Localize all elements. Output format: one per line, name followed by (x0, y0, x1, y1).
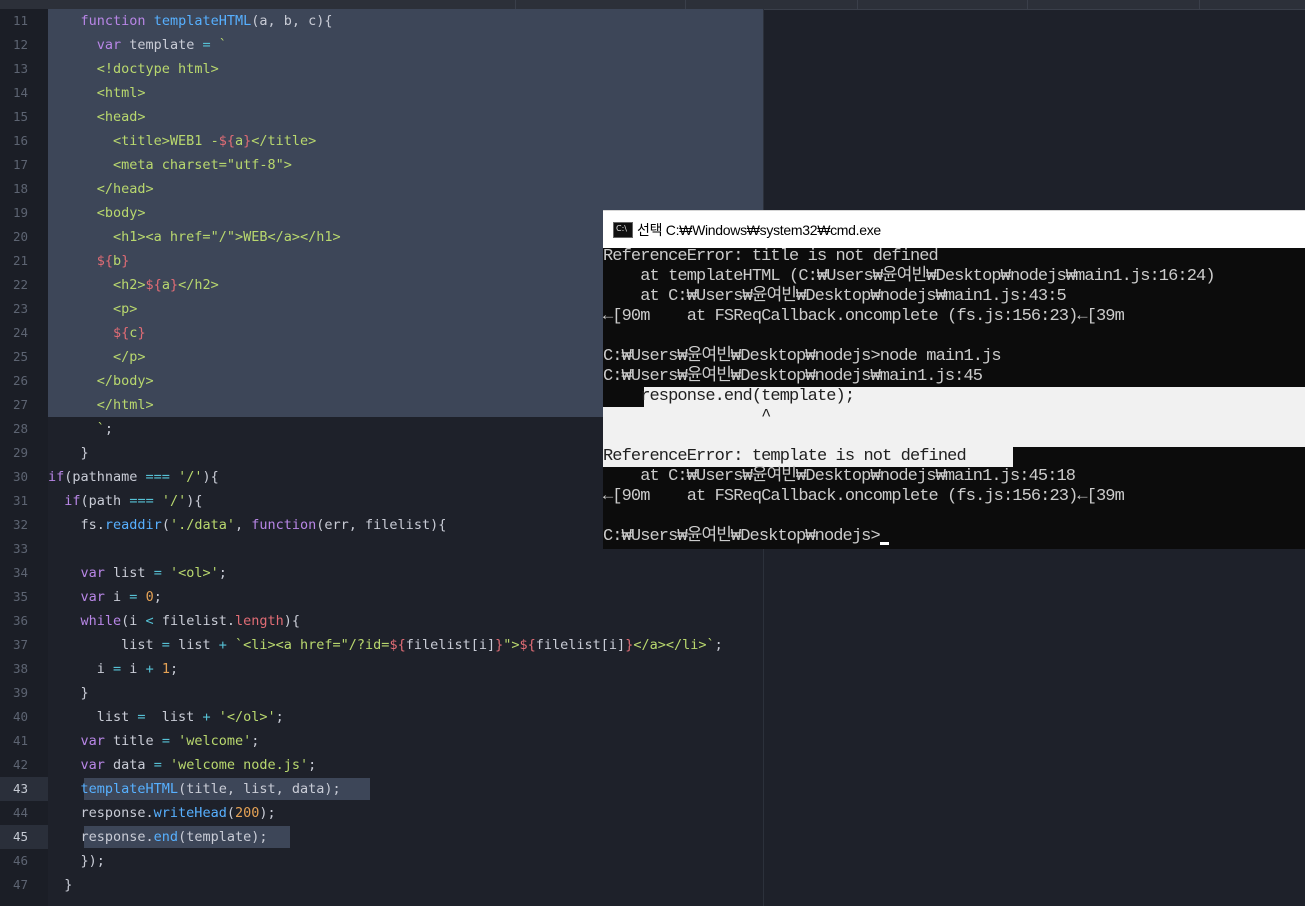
cmd-title-bar[interactable]: C:\ 선택 C:₩Windows₩system32₩cmd.exe (603, 210, 1305, 248)
console-line: at C:₩Users₩윤여빈₩Desktop₩nodejs₩main1.js:… (603, 287, 1066, 306)
cmd-title-path: C:₩Windows₩system32₩cmd.exe (665, 222, 881, 238)
line-number: 14 (12, 85, 28, 100)
code-text: <!doctype html> (96, 61, 219, 77)
line-number: 20 (12, 229, 28, 244)
line-number: 16 (12, 133, 28, 148)
tab-divider (857, 0, 858, 9)
line-number: 33 (12, 541, 28, 556)
code-text: </p> (113, 349, 146, 365)
tab-divider (1199, 0, 1200, 9)
line-number: 31 (12, 493, 28, 508)
line-number: 24 (12, 325, 28, 340)
code-text: <p> (113, 301, 138, 317)
line-number: 35 (12, 589, 28, 604)
tab-divider (685, 0, 686, 9)
line-number: 37 (12, 637, 28, 652)
line-number: 27 (12, 397, 28, 412)
console-line: ReferenceError: title is not defined (603, 247, 939, 266)
line-number: 39 (12, 685, 28, 700)
code-text: <meta charset="utf-8"> (113, 157, 292, 173)
line-number: 28 (12, 421, 28, 436)
line-number: 22 (12, 277, 28, 292)
code-text: } (48, 877, 73, 893)
line-number: 36 (12, 613, 28, 628)
line-number: 26 (12, 373, 28, 388)
line-number: 40 (12, 709, 28, 724)
line-number: 43 (12, 781, 28, 796)
code-text: list = list + '</ol>'; (48, 709, 284, 725)
code-text: <html> (96, 85, 146, 101)
code-text: ${b} (96, 253, 130, 269)
code-text: } (48, 445, 89, 461)
line-number: 47 (12, 877, 28, 892)
line-number: 38 (12, 661, 28, 676)
code-text: var template = ` (96, 37, 227, 53)
code-text: if(path === '/'){ (64, 493, 203, 509)
line-number: 25 (12, 349, 28, 364)
line-number: 11 (12, 13, 28, 28)
line-number: 45 (12, 829, 28, 844)
code-text: <body> (96, 205, 146, 221)
cmd-title: 선택 C:₩Windows₩system32₩cmd.exe (637, 220, 881, 240)
code-text: <h1><a href="/">WEB</a></h1> (113, 229, 341, 245)
code-text: </html> (96, 397, 154, 413)
line-number: 42 (12, 757, 28, 772)
console-line: ←[90m at FSReqCallback.oncomplete (fs.js… (603, 487, 1125, 506)
code-text: function templateHTML(a, b, c){ (80, 13, 333, 29)
code-text: <h2>${a}</h2> (113, 277, 219, 293)
code-text: fs.readdir('./data', function(err, filel… (48, 517, 447, 533)
code-text: </head> (96, 181, 154, 197)
cmd-window[interactable]: C:\ 선택 C:₩Windows₩system32₩cmd.exe Refer… (603, 210, 1305, 549)
code-text: }); (48, 853, 105, 869)
line-number: 17 (12, 157, 28, 172)
console-line: at C:₩Users₩윤여빈₩Desktop₩nodejs₩main1.js:… (603, 467, 1076, 486)
line-number: 23 (12, 301, 28, 316)
line-number: 18 (12, 181, 28, 196)
code-text: } (48, 685, 89, 701)
line-number: 41 (12, 733, 28, 748)
code-text: var i = 0; (80, 589, 162, 605)
code-text: <title>WEB1 -${a}</title> (113, 133, 317, 149)
code-text: templateHTML(title, list, data); (80, 781, 341, 797)
cmd-output[interactable]: ReferenceError: title is not defined at … (603, 247, 1305, 549)
console-cursor (879, 542, 889, 545)
line-number: 30 (12, 469, 28, 484)
line-number: 15 (12, 109, 28, 124)
line-number: 21 (12, 253, 28, 268)
line-number: 19 (12, 205, 28, 220)
code-text: var title = 'welcome'; (80, 733, 260, 749)
code-text: list = list + `<li><a href="/?id=${filel… (48, 637, 723, 653)
tab-divider (1027, 0, 1028, 9)
line-number: 46 (12, 853, 28, 868)
console-line: ReferenceError: template is not defined (603, 447, 967, 466)
cmd-title-prefix: 선택 (637, 222, 663, 238)
line-number: 29 (12, 445, 28, 460)
tab-divider (515, 0, 516, 9)
line-number: 44 (12, 805, 28, 820)
line-number: 34 (12, 565, 28, 580)
code-text: if(pathname === '/'){ (48, 469, 219, 485)
code-text: response.writeHead(200); (48, 805, 276, 821)
code-text: i = i + 1; (48, 661, 179, 677)
console-line: ^ (603, 407, 771, 426)
console-line: C:₩Users₩윤여빈₩Desktop₩nodejs>node main1.j… (603, 347, 1002, 366)
line-number: 32 (12, 517, 28, 532)
console-line: C:₩Users₩윤여빈₩Desktop₩nodejs> (603, 527, 889, 547)
code-text: response.end(template); (48, 829, 268, 845)
line-number: 12 (12, 37, 28, 52)
code-text: var data = 'welcome node.js'; (80, 757, 317, 773)
code-text: ${c} (113, 325, 146, 341)
console-line: C:₩Users₩윤여빈₩Desktop₩nodejs₩main1.js:45 (603, 367, 983, 386)
code-text: </body> (96, 373, 154, 389)
code-text: `; (96, 421, 114, 437)
line-number: 13 (12, 61, 28, 76)
console-line: ←[90m at FSReqCallback.oncomplete (fs.js… (603, 307, 1125, 326)
cmd-app-icon: C:\ (613, 222, 633, 238)
console-line: response.end(template); (603, 387, 855, 406)
console-line: at templateHTML (C:₩Users₩윤여빈₩Desktop₩no… (603, 267, 1215, 286)
code-text: while(i < filelist.length){ (80, 613, 301, 629)
code-text: var list = '<ol>'; (80, 565, 227, 581)
code-text: <head> (96, 109, 146, 125)
